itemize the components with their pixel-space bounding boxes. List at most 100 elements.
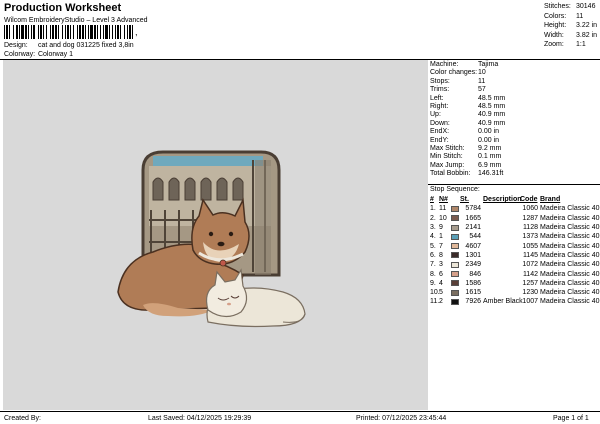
color-swatch bbox=[451, 289, 459, 296]
info-row: Machine: Tajima bbox=[430, 61, 598, 69]
row-code: 1142 bbox=[522, 270, 538, 278]
row-stitches: 1615 bbox=[465, 289, 481, 297]
stat-label: Stitches: bbox=[544, 3, 571, 10]
row-brand: Madeira Classic 40 bbox=[540, 233, 600, 241]
info-row: Right: 48.5 mm bbox=[430, 103, 598, 111]
row-brand: Madeira Classic 40 bbox=[540, 242, 600, 250]
design-preview bbox=[3, 60, 428, 410]
info-value: 0.1 mm bbox=[478, 153, 502, 161]
row-needle: 2 bbox=[439, 298, 443, 306]
row-code: 1007 bbox=[522, 298, 538, 306]
software-name: Wilcom EmbroideryStudio – Level 3 Advanc… bbox=[4, 17, 148, 24]
row-num: 1. bbox=[430, 205, 436, 213]
page-title: Production Worksheet bbox=[4, 2, 122, 14]
row-code: 1060 bbox=[522, 205, 538, 213]
stat-value: 3.82 in bbox=[576, 31, 598, 39]
row-brand: Madeira Classic 40 bbox=[540, 289, 600, 297]
col-num: # bbox=[430, 196, 434, 204]
stat-label: Zoom: bbox=[544, 41, 564, 49]
stat-value: 3.22 in bbox=[576, 22, 598, 30]
info-row: Total Bobbin: 146.31ft bbox=[430, 170, 598, 178]
info-label: Right: bbox=[430, 103, 449, 111]
col-description: Description bbox=[483, 196, 522, 204]
row-brand: Madeira Classic 40 bbox=[540, 224, 600, 232]
row-stitches: 7926 bbox=[465, 298, 481, 306]
info-label: Machine: bbox=[430, 61, 459, 68]
row-code: 1230 bbox=[522, 289, 538, 297]
stat-row: Width: 3.82 in bbox=[544, 31, 600, 41]
col-stitches: St. bbox=[460, 196, 469, 204]
info-row: Left: 48.5 mm bbox=[430, 95, 598, 103]
worksheet-footer: Created By: Last Saved: 04/12/2025 19:29… bbox=[0, 411, 600, 424]
row-code: 1055 bbox=[522, 242, 538, 250]
color-swatch bbox=[451, 215, 459, 222]
row-stitches: 4607 bbox=[465, 242, 481, 250]
row-needle: 11 bbox=[439, 205, 447, 213]
info-value: 11 bbox=[478, 77, 486, 85]
stop-sequence-table: # N# St. Description Code Brand 1. 11 5784… bbox=[430, 195, 600, 307]
table-row: 5. 7 4607 1055 Madeira Classic 40 bbox=[430, 241, 600, 250]
row-brand: Madeira Classic 40 bbox=[540, 214, 600, 222]
stop-divider bbox=[428, 184, 600, 185]
info-value: 57 bbox=[478, 86, 486, 94]
info-row: Trims: 57 bbox=[430, 86, 598, 94]
row-num: 2. bbox=[430, 214, 436, 222]
row-needle: 6 bbox=[439, 270, 443, 278]
stop-sequence-title: Stop Sequence: bbox=[430, 186, 480, 193]
last-saved: Last Saved: 04/12/2025 19:29:39 bbox=[148, 415, 252, 422]
info-label: Up: bbox=[430, 111, 441, 119]
row-brand: Madeira Classic 40 bbox=[540, 205, 600, 213]
row-brand: Madeira Classic 40 bbox=[540, 279, 600, 287]
color-swatch bbox=[451, 243, 459, 250]
row-num: 3. bbox=[430, 224, 436, 232]
stat-row: Stitches: 30146 bbox=[544, 2, 600, 12]
table-row: 1. 11 5784 1060 Madeira Classic 40 bbox=[430, 204, 600, 213]
row-needle: 10 bbox=[439, 214, 447, 222]
row-num: 9. bbox=[430, 279, 436, 287]
info-value: 146.31ft bbox=[478, 170, 504, 178]
info-row: Max Jump: 6.9 mm bbox=[430, 162, 598, 170]
stat-label: Height: bbox=[544, 22, 567, 30]
info-label: Max Jump: bbox=[430, 161, 465, 169]
page-number: Page 1 of 1 bbox=[553, 415, 589, 422]
colorway-value: Colorway 1 bbox=[37, 51, 73, 58]
row-stitches: 2349 bbox=[465, 261, 481, 269]
stat-label: Width: bbox=[544, 31, 564, 39]
row-code: 1145 bbox=[522, 251, 538, 259]
info-value: 40.9 mm bbox=[478, 111, 506, 119]
row-needle: 4 bbox=[439, 279, 443, 287]
info-row: EndX: 0.00 in bbox=[430, 128, 598, 136]
info-row: Stops: 11 bbox=[430, 78, 598, 86]
info-value: 48.5 mm bbox=[478, 94, 506, 102]
machine-info: Machine: Tajima Color changes: 10 Stops: 11 Tr… bbox=[430, 61, 598, 179]
info-value: Tajima bbox=[478, 61, 499, 68]
embroidery-design-image bbox=[117, 150, 306, 328]
row-stitches: 1586 bbox=[465, 279, 481, 287]
row-num: 4. bbox=[430, 233, 436, 241]
row-num: 6. bbox=[430, 251, 436, 259]
row-brand: Madeira Classic 40 bbox=[540, 298, 600, 306]
stat-value: 11 bbox=[576, 12, 584, 20]
info-label: EndY: bbox=[430, 136, 449, 144]
info-value: 0.00 in bbox=[478, 136, 500, 144]
row-code: 1287 bbox=[522, 214, 538, 222]
color-swatch bbox=[451, 271, 459, 278]
row-num: 5. bbox=[430, 242, 436, 250]
row-stitches: 5784 bbox=[465, 205, 481, 213]
design-value: cat and dog 031225 fixed 3,8in bbox=[37, 42, 134, 49]
row-brand: Madeira Classic 40 bbox=[540, 270, 600, 278]
colorway-label: Colorway: bbox=[4, 51, 36, 58]
table-row: 2. 10 1665 1287 Madeira Classic 40 bbox=[430, 214, 600, 223]
row-stitches: 2141 bbox=[465, 224, 481, 232]
info-row: Up: 40.9 mm bbox=[430, 111, 598, 119]
info-label: Total Bobbin: bbox=[430, 170, 471, 178]
info-value: 9.2 mm bbox=[478, 145, 502, 153]
table-row: 8. 6 846 1142 Madeira Classic 40 bbox=[430, 269, 600, 278]
table-row: 4. 1 544 1373 Madeira Classic 40 bbox=[430, 232, 600, 241]
barcode: , bbox=[4, 25, 200, 39]
color-swatch bbox=[451, 252, 459, 259]
row-brand: Madeira Classic 40 bbox=[540, 261, 600, 269]
color-swatch bbox=[451, 233, 459, 240]
row-num: 11. bbox=[430, 298, 440, 306]
colorway-row: Colorway: Colorway 1 bbox=[4, 51, 73, 58]
